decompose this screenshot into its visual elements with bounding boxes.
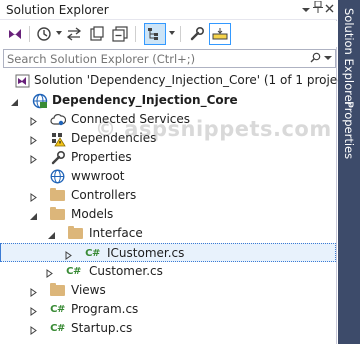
tree-item-properties[interactable]: Properties — [0, 148, 336, 167]
tree-item-label: wwwroot — [71, 169, 125, 183]
properties-wrench-icon — [49, 149, 66, 166]
preview-selected-icon[interactable] — [209, 23, 231, 45]
search-box[interactable] — [3, 49, 336, 68]
dependencies-icon — [49, 130, 66, 147]
tree-item-label: Customer.cs — [89, 264, 163, 278]
connected-services-icon — [49, 111, 66, 128]
tree-item-label: Interface — [89, 226, 143, 240]
pending-changes-icon[interactable] — [86, 23, 108, 45]
toolbar-separator — [135, 26, 136, 42]
folder-icon — [49, 187, 66, 204]
collapsed-arrow-icon[interactable] — [29, 115, 38, 126]
tree-item-label: Views — [71, 283, 106, 297]
folder-icon — [67, 225, 84, 242]
collapse-all-icon[interactable] — [109, 23, 131, 45]
tree-item-models[interactable]: Models — [0, 205, 336, 224]
collapsed-arrow-icon[interactable] — [29, 286, 38, 297]
tree-item-label: Solution 'Dependency_Injection_Core' (1 … — [34, 73, 354, 87]
title-bar: Solution Explorer — [0, 0, 337, 20]
tree-item-controllers[interactable]: Controllers — [0, 186, 336, 205]
toolbar-separator — [180, 26, 181, 42]
tree-item-label: Properties — [71, 150, 132, 164]
tree-item-project[interactable]: Dependency_Injection_Core — [0, 91, 336, 110]
tree-item-solution[interactable]: Solution 'Dependency_Injection_Core' (1 … — [0, 71, 353, 90]
tree-item-label: Dependency_Injection_Core — [52, 93, 238, 107]
folder-icon — [49, 282, 66, 299]
search-icon-group[interactable] — [310, 52, 332, 63]
tree-item-customer[interactable]: C# Customer.cs — [0, 262, 336, 281]
collapsed-arrow-icon[interactable] — [29, 324, 38, 335]
solution-explorer-panel: Solution Explorer Search Solution Explor… — [0, 0, 353, 344]
tree-item-program[interactable]: C# Program.cs — [0, 300, 336, 319]
tree-item-icustomer[interactable]: C# ICustomer.cs — [0, 243, 336, 262]
tree-item-label: Program.cs — [71, 302, 139, 316]
folder-icon — [49, 206, 66, 223]
tab-properties[interactable]: Properties — [342, 101, 356, 159]
tree-item-views[interactable]: Views — [0, 281, 336, 300]
solution-icon — [14, 72, 31, 89]
tree-item-interface[interactable]: Interface — [0, 224, 336, 243]
tree-item-wwwroot[interactable]: wwwroot — [0, 167, 336, 186]
search-input[interactable] — [7, 51, 313, 66]
tree-item-startup[interactable]: C# Startup.cs — [0, 319, 336, 338]
csharp-project-icon — [31, 92, 48, 109]
tree-item-label: ICustomer.cs — [107, 246, 185, 260]
csharp-file-icon: C# — [66, 266, 81, 277]
vs-switch-views-icon[interactable] — [4, 23, 26, 45]
collapsed-arrow-icon[interactable] — [29, 153, 38, 164]
close-icon[interactable] — [321, 1, 337, 18]
show-all-files-dropdown-icon[interactable] — [169, 31, 175, 35]
tree-item-label: Controllers — [71, 188, 137, 202]
collapsed-arrow-icon[interactable] — [45, 267, 54, 278]
search-dropdown-icon — [324, 55, 332, 60]
expanded-arrow-icon[interactable] — [10, 96, 19, 106]
csharp-file-icon: C# — [50, 323, 65, 334]
show-all-files-icon[interactable] — [144, 23, 166, 45]
collapsed-arrow-icon[interactable] — [29, 305, 38, 316]
csharp-file-icon: C# — [85, 248, 100, 259]
watermark: © aspsnippets.com — [95, 117, 332, 141]
search-icon — [310, 52, 321, 63]
window-title: Solution Explorer — [6, 3, 109, 17]
collapsed-arrow-icon[interactable] — [64, 249, 73, 260]
collapsed-arrow-icon[interactable] — [29, 134, 38, 145]
side-tab-strip: Solution Explorer Properties — [338, 0, 360, 344]
history-dropdown-icon[interactable] — [56, 31, 62, 35]
toolbar — [0, 21, 337, 47]
expanded-arrow-icon[interactable] — [29, 210, 38, 220]
tab-solution-explorer[interactable]: Solution Explorer — [342, 8, 356, 106]
history-icon[interactable] — [33, 23, 55, 45]
toolbar-separator — [29, 26, 30, 42]
collapsed-arrow-icon[interactable] — [29, 191, 38, 202]
expanded-arrow-icon[interactable] — [47, 229, 56, 239]
csharp-file-icon: C# — [50, 304, 65, 315]
sync-icon[interactable] — [63, 23, 85, 45]
tree-item-label: Startup.cs — [71, 321, 133, 335]
globe-icon — [49, 168, 66, 185]
tree-item-label: Models — [71, 207, 114, 221]
properties-wrench-icon[interactable] — [186, 23, 208, 45]
